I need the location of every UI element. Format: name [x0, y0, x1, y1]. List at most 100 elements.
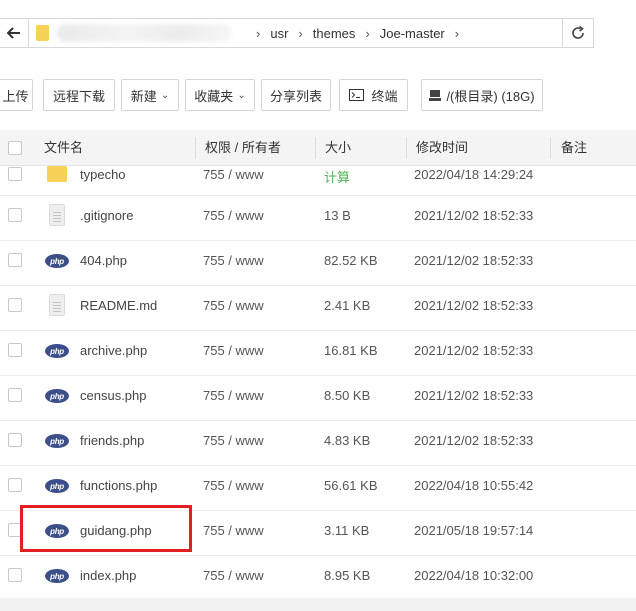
file-permission[interactable]: 755 / www	[203, 523, 264, 538]
row-checkbox[interactable]	[8, 253, 22, 267]
upload-button[interactable]: 上传	[0, 79, 33, 111]
size-calc-link[interactable]: 计算	[324, 167, 350, 186]
file-permission[interactable]: 755 / www	[203, 433, 264, 448]
header-mtime[interactable]: 修改时间	[416, 130, 468, 166]
table-row[interactable]: php friends.php 755 / www 4.83 KB 2021/1…	[0, 421, 636, 466]
php-file-icon: php	[45, 344, 69, 358]
file-mtime: 2022/04/18 14:29:24	[414, 167, 534, 182]
new-label: 新建	[130, 88, 157, 104]
header-permission[interactable]: 权限 / 所有者	[205, 130, 281, 166]
disk-label: /(根目录) (18G)	[446, 88, 535, 104]
table-row[interactable]: php archive.php 755 / www 16.81 KB 2021/…	[0, 331, 636, 376]
file-mtime: 2021/12/02 18:52:33	[414, 298, 534, 313]
terminal-button[interactable]: 终端	[339, 79, 408, 111]
file-size: 4.83 KB	[324, 433, 371, 448]
php-file-icon: php	[45, 389, 69, 403]
upload-label: 上传	[2, 88, 29, 104]
refresh-icon	[572, 26, 584, 39]
select-all-checkbox[interactable]	[8, 141, 22, 155]
file-mtime: 2022/04/18 10:55:42	[414, 478, 534, 493]
file-name[interactable]: typecho	[80, 167, 126, 182]
file-permission[interactable]: 755 / www	[203, 343, 264, 358]
disk-button[interactable]: /(根目录) (18G)	[421, 79, 543, 111]
file-permission[interactable]: 755 / www	[203, 568, 264, 583]
row-checkbox[interactable]	[8, 568, 22, 582]
table-row[interactable]: README.md 755 / www 2.41 KB 2021/12/02 1…	[0, 286, 636, 331]
breadcrumb-separator: ›	[298, 25, 303, 41]
php-file-icon: php	[45, 254, 69, 268]
row-checkbox[interactable]	[8, 208, 22, 222]
file-permission[interactable]: 755 / www	[203, 208, 264, 223]
file-name[interactable]: archive.php	[80, 343, 147, 358]
table-row[interactable]: php 404.php 755 / www 82.52 KB 2021/12/0…	[0, 241, 636, 286]
file-permission[interactable]: 755 / www	[203, 478, 264, 493]
file-size: 2.41 KB	[324, 298, 371, 313]
file-mtime: 2021/05/18 19:57:14	[414, 523, 534, 538]
share-list-label: 分享列表	[269, 88, 322, 104]
file-permission[interactable]: 755 / www	[203, 253, 264, 268]
table-row[interactable]: php index.php 755 / www 8.95 KB 2022/04/…	[0, 556, 636, 598]
disk-icon	[429, 89, 442, 101]
folder-icon	[47, 166, 67, 182]
remote-download-button[interactable]: 远程下载	[43, 79, 115, 111]
file-permission[interactable]: 755 / www	[203, 298, 264, 313]
favorites-button[interactable]: 收藏夹 ⌄	[185, 79, 255, 111]
table-row[interactable]: typecho 755 / www 计算 2022/04/18 14:29:24	[0, 166, 636, 196]
row-checkbox[interactable]	[8, 433, 22, 447]
file-size: 13 B	[324, 208, 351, 223]
row-checkbox[interactable]	[8, 298, 22, 312]
header-note: 备注	[561, 140, 588, 155]
refresh-button[interactable]	[562, 19, 593, 47]
back-button[interactable]	[0, 19, 29, 47]
share-list-button[interactable]: 分享列表	[261, 79, 331, 111]
file-name[interactable]: guidang.php	[80, 523, 152, 538]
terminal-icon	[349, 89, 365, 101]
table-row[interactable]: php guidang.php 755 / www 3.11 KB 2021/0…	[0, 511, 636, 556]
arrow-left-icon	[7, 27, 20, 39]
file-name[interactable]: 404.php	[80, 253, 127, 268]
new-button[interactable]: 新建 ⌄	[121, 79, 179, 111]
column-divider	[315, 137, 316, 159]
file-size: 3.11 KB	[324, 523, 370, 538]
file-name[interactable]: census.php	[80, 388, 147, 403]
file-mtime: 2021/12/02 18:52:33	[414, 388, 534, 403]
breadcrumb-separator: ›	[365, 25, 370, 41]
breadcrumb-item-usr[interactable]: usr	[270, 26, 288, 41]
breadcrumb: › usr › themes › Joe-master ›	[36, 19, 469, 47]
breadcrumb-item-joe-master[interactable]: Joe-master	[380, 26, 445, 41]
file-mtime: 2022/04/18 10:32:00	[414, 568, 534, 583]
breadcrumb-separator: ›	[454, 25, 460, 41]
file-name[interactable]: README.md	[80, 298, 157, 313]
column-divider	[550, 137, 551, 159]
header-size[interactable]: 大小	[325, 130, 351, 166]
file-permission[interactable]: 755 / www	[203, 388, 264, 403]
file-name[interactable]: functions.php	[80, 478, 157, 493]
file-name[interactable]: index.php	[80, 568, 136, 583]
file-size: 8.95 KB	[324, 568, 371, 583]
row-checkbox[interactable]	[8, 388, 22, 402]
table-row[interactable]: .gitignore 755 / www 13 B 2021/12/02 18:…	[0, 196, 636, 241]
row-checkbox[interactable]	[8, 343, 22, 357]
php-file-icon: php	[45, 569, 69, 583]
chevron-down-icon: ⌄	[160, 89, 170, 101]
php-file-icon: php	[45, 524, 69, 538]
file-mtime: 2021/12/02 18:52:33	[414, 208, 534, 223]
text-file-icon	[49, 204, 65, 226]
file-size: 56.61 KB	[324, 478, 378, 493]
file-name[interactable]: friends.php	[80, 433, 144, 448]
row-checkbox[interactable]	[8, 167, 22, 181]
breadcrumb-separator: ›	[256, 25, 261, 41]
row-checkbox[interactable]	[8, 523, 22, 537]
file-mtime: 2021/12/02 18:52:33	[414, 253, 534, 268]
chevron-down-icon: ⌄	[237, 89, 246, 101]
file-mtime: 2021/12/02 18:52:33	[414, 433, 534, 448]
file-size: 16.81 KB	[324, 343, 378, 358]
table-row[interactable]: php census.php 755 / www 8.50 KB 2021/12…	[0, 376, 636, 421]
row-checkbox[interactable]	[8, 478, 22, 492]
header-filename[interactable]: 文件名	[44, 130, 83, 166]
file-permission[interactable]: 755 / www	[203, 167, 264, 182]
breadcrumb-item-themes[interactable]: themes	[313, 26, 356, 41]
table-row[interactable]: php functions.php 755 / www 56.61 KB 202…	[0, 466, 636, 511]
favorites-label: 收藏夹	[194, 88, 234, 104]
file-name[interactable]: .gitignore	[80, 208, 133, 223]
